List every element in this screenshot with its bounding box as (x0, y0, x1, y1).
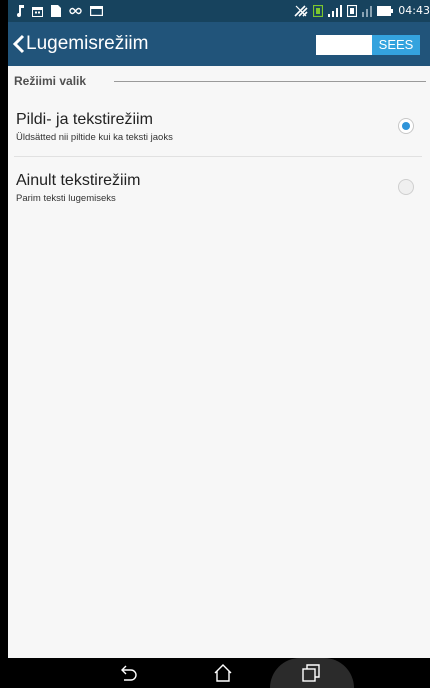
option-divider (14, 156, 422, 157)
option-title: Pildi- ja tekstirežiim (16, 111, 153, 128)
navigation-bar (8, 658, 430, 688)
back-icon[interactable] (118, 662, 140, 684)
back-arrow-icon[interactable] (12, 34, 26, 54)
sim-1-icon (313, 5, 324, 17)
sim-2-icon (347, 5, 358, 17)
option-image-and-text-mode[interactable]: Pildi- ja tekstirežiim Üldsätted nii pil… (8, 110, 430, 172)
status-bar-right-icons: 04:43 (294, 4, 430, 18)
recent-apps-icon[interactable] (300, 662, 322, 684)
signal-bars-2-icon (362, 5, 373, 17)
status-bar-left-icons (16, 4, 103, 18)
radio-button-selected[interactable] (398, 118, 414, 134)
option-title: Ainult tekstirežiim (16, 172, 141, 189)
settings-content: Režiimi valik Pildi- ja tekstirežiim Üld… (8, 66, 430, 658)
status-bar-time: 04:43 (398, 4, 430, 17)
music-note-icon (16, 5, 24, 17)
status-bar: 04:43 (8, 0, 430, 22)
message-icon (90, 6, 103, 16)
battery-icon (377, 6, 394, 16)
file-icon (51, 5, 61, 17)
radio-button-unselected[interactable] (398, 179, 414, 195)
section-divider (114, 81, 426, 82)
toggle-off-segment (316, 35, 372, 55)
option-subtitle: Parim teksti lugemiseks (16, 193, 116, 204)
signal-bars-icon (328, 5, 343, 17)
no-signal-icon (294, 5, 308, 17)
option-text-only-mode[interactable]: Ainult tekstirežiim Parim teksti lugemis… (8, 171, 430, 233)
page-title: Lugemisrežiim (26, 33, 149, 54)
infinity-icon (69, 7, 82, 15)
screen: 04:43 Lugemisrežiim SEES Režiimi valik P… (0, 0, 430, 688)
section-header: Režiimi valik (14, 74, 87, 88)
option-subtitle: Üldsätted nii piltide kui ka teksti jaok… (16, 132, 173, 143)
calendar-icon (32, 6, 43, 17)
toggle-on-label: SEES (372, 35, 420, 55)
app-bar: Lugemisrežiim SEES (8, 22, 430, 66)
home-icon[interactable] (212, 662, 234, 684)
reading-mode-toggle[interactable]: SEES (316, 35, 420, 55)
